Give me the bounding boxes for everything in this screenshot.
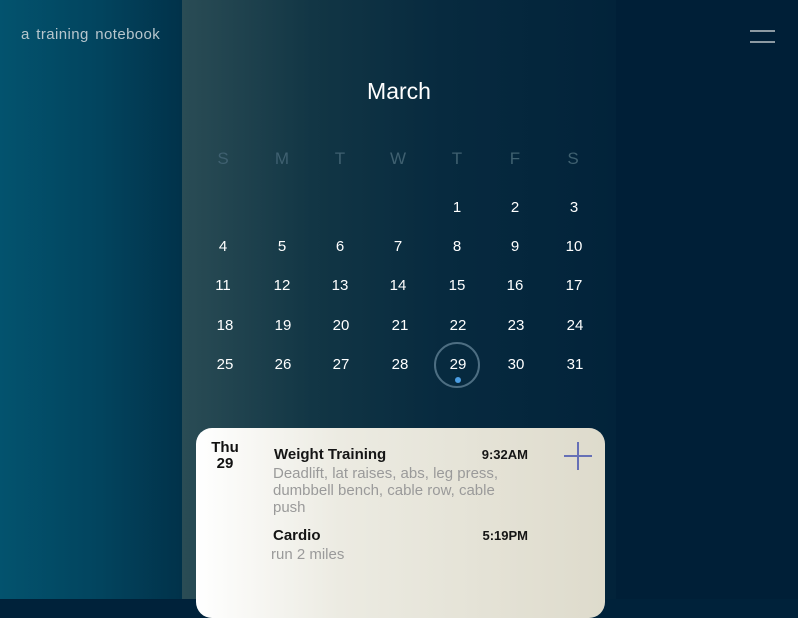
event-title: Cardio (273, 527, 321, 544)
card-date: Thu 29 (196, 440, 254, 472)
calendar-day[interactable]: 18 (205, 314, 245, 338)
calendar-day[interactable]: 16 (495, 274, 535, 298)
event-title: Weight Training (274, 446, 387, 463)
weekday-thu: T (451, 149, 463, 168)
calendar-day[interactable]: 10 (554, 235, 594, 259)
event-detail-line: dumbbell bench, cable row, cable (273, 482, 495, 499)
calendar-day[interactable]: 15 (437, 274, 477, 298)
event-detail: Deadlift, lat raises, abs, leg press, du… (273, 465, 533, 516)
calendar-day[interactable]: 11 (203, 274, 243, 298)
calendar-day[interactable]: 28 (380, 353, 420, 377)
calendar-day[interactable]: 30 (496, 353, 536, 377)
event-time: 9:32AM (481, 447, 528, 462)
event-time: 5:19PM (482, 528, 528, 543)
calendar-day[interactable]: 25 (205, 353, 245, 377)
calendar-day[interactable]: 14 (378, 274, 418, 298)
selected-calendar-day[interactable]: 29 (438, 353, 478, 377)
calendar-day[interactable]: 23 (496, 314, 536, 338)
calendar-day[interactable]: 13 (320, 274, 360, 298)
app-title: a training notebook (21, 26, 161, 43)
weekday-tue: T (334, 149, 346, 168)
calendar-day[interactable]: 20 (321, 314, 361, 338)
calendar-day[interactable]: 2 (495, 196, 535, 220)
add-event-button[interactable] (562, 440, 594, 472)
plus-icon (564, 442, 592, 470)
calendar-day[interactable]: 22 (438, 314, 478, 338)
calendar-day[interactable]: 9 (495, 235, 535, 259)
calendar-day[interactable]: 31 (555, 353, 595, 377)
calendar-day[interactable]: 6 (320, 235, 360, 259)
left-panel (0, 0, 182, 599)
calendar-day[interactable]: 1 (437, 196, 477, 220)
calendar-day[interactable]: 17 (554, 274, 594, 298)
calendar-day[interactable]: 19 (263, 314, 303, 338)
right-panel (616, 0, 798, 599)
weekday-mon: M (274, 149, 290, 168)
calendar-day[interactable]: 24 (555, 314, 595, 338)
event-detail: run 2 miles (271, 546, 345, 563)
calendar-day[interactable]: 27 (321, 353, 361, 377)
menu-button[interactable] (747, 26, 777, 48)
month-title: March (367, 78, 431, 104)
weekday-sun: S (217, 149, 229, 168)
calendar-day[interactable]: 8 (437, 235, 477, 259)
calendar-day[interactable]: 7 (378, 235, 418, 259)
weekday-wed: W (389, 149, 407, 168)
card-weekday: Thu (211, 439, 239, 456)
calendar-day[interactable]: 3 (554, 196, 594, 220)
weekday-fri: F (509, 149, 521, 168)
event-detail-line: Deadlift, lat raises, abs, leg press, (273, 465, 499, 482)
calendar-day[interactable]: 4 (203, 235, 243, 259)
weekday-sat: S (567, 149, 579, 168)
calendar-day[interactable]: 12 (262, 274, 302, 298)
event-detail-line: push (273, 499, 306, 516)
calendar-day[interactable]: 26 (263, 353, 303, 377)
event-indicator-dot (455, 377, 461, 383)
calendar-day[interactable]: 5 (262, 235, 302, 259)
calendar-day[interactable]: 21 (380, 314, 420, 338)
card-day-number: 29 (216, 455, 234, 472)
day-event-card: Thu 29 Weight Training 9:32AM Deadlift, … (196, 428, 605, 618)
